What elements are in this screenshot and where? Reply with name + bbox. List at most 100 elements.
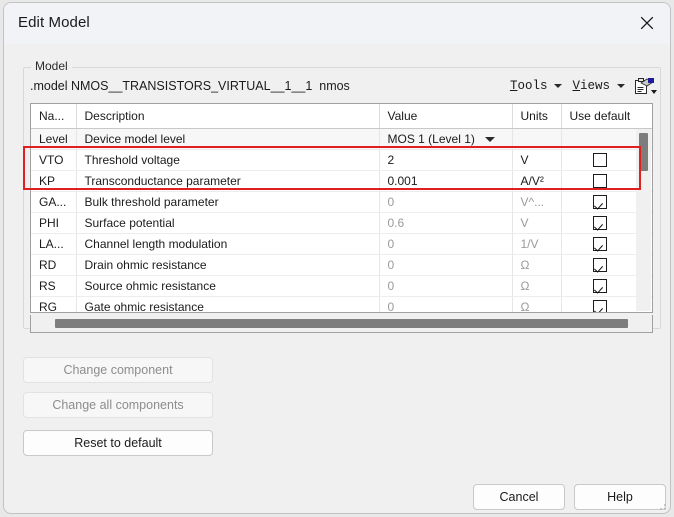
use-default-checkbox[interactable] bbox=[593, 257, 608, 272]
cell-parameter-value[interactable]: MOS 1 (Level 1) bbox=[379, 128, 513, 150]
cell-parameter-description: Channel length modulation bbox=[76, 233, 380, 255]
cell-use-default[interactable] bbox=[561, 191, 639, 213]
parameters-table: Na... Description Value Units Use defaul… bbox=[31, 104, 652, 312]
views-menu-label: iews bbox=[579, 79, 610, 93]
cell-use-default[interactable] bbox=[561, 128, 639, 150]
column-header-description[interactable]: Description bbox=[76, 104, 380, 129]
cell-use-default[interactable] bbox=[561, 170, 639, 192]
cell-parameter-value[interactable]: 2 bbox=[379, 149, 513, 171]
table-vertical-scrollbar[interactable] bbox=[636, 129, 651, 311]
use-default-checkbox[interactable] bbox=[593, 194, 608, 209]
reset-to-default-button[interactable]: Reset to default bbox=[23, 430, 213, 456]
resize-grip[interactable] bbox=[656, 500, 666, 510]
table-row[interactable]: RG Gate ohmic resistance 0 Ω bbox=[31, 296, 652, 312]
title-bar: Edit Model bbox=[4, 3, 670, 44]
cell-parameter-value[interactable]: 0 bbox=[379, 254, 513, 276]
model-parameters-table[interactable]: Na... Description Value Units Use defaul… bbox=[30, 103, 653, 313]
cell-parameter-name: RD bbox=[31, 254, 77, 276]
table-row[interactable]: RS Source ohmic resistance 0 Ω bbox=[31, 275, 652, 297]
chevron-down-icon bbox=[617, 84, 625, 88]
close-icon[interactable] bbox=[624, 3, 670, 43]
cell-parameter-description: Gate ohmic resistance bbox=[76, 296, 380, 312]
cell-parameter-units bbox=[512, 128, 562, 150]
edit-model-dialog: Edit Model Model .model NMOS__TRANSISTOR… bbox=[3, 2, 671, 514]
table-row[interactable]: Level Device model level MOS 1 (Level 1) bbox=[31, 128, 652, 150]
cell-parameter-value[interactable]: 0 bbox=[379, 233, 513, 255]
clipboard-properties-icon[interactable] bbox=[635, 77, 657, 95]
model-group: Model .model NMOS__TRANSISTORS_VIRTUAL__… bbox=[23, 59, 661, 333]
use-default-checkbox[interactable] bbox=[593, 278, 608, 293]
cell-parameter-units: Ω bbox=[512, 296, 562, 312]
cell-parameter-name: RG bbox=[31, 296, 77, 312]
table-vertical-scroll-thumb[interactable] bbox=[639, 133, 648, 171]
cell-parameter-description: Device model level bbox=[76, 128, 380, 150]
column-header-value[interactable]: Value bbox=[379, 104, 513, 129]
cell-parameter-units: A/V² bbox=[512, 170, 562, 192]
cell-parameter-units: Ω bbox=[512, 254, 562, 276]
tools-menu[interactable]: Tools bbox=[506, 78, 569, 94]
table-horizontal-scroll-thumb[interactable] bbox=[55, 319, 628, 328]
use-default-checkbox[interactable] bbox=[593, 236, 608, 251]
column-header-units[interactable]: Units bbox=[512, 104, 562, 129]
model-toolbar: Tools Views bbox=[506, 77, 657, 95]
cell-parameter-name: RS bbox=[31, 275, 77, 297]
views-menu-mnemonic: V bbox=[572, 79, 580, 93]
cell-parameter-value[interactable]: 0 bbox=[379, 296, 513, 312]
use-default-checkbox[interactable] bbox=[593, 299, 608, 312]
table-row[interactable]: GA... Bulk threshold parameter 0 V^... bbox=[31, 191, 652, 213]
cell-parameter-units: V^... bbox=[512, 191, 562, 213]
chevron-down-icon[interactable] bbox=[484, 136, 495, 142]
column-header-spacer bbox=[639, 104, 652, 129]
change-all-components-button[interactable]: Change all components bbox=[23, 392, 213, 418]
cell-parameter-name: GA... bbox=[31, 191, 77, 213]
cell-use-default[interactable] bbox=[561, 149, 639, 171]
column-header-use-default[interactable]: Use default bbox=[561, 104, 639, 129]
use-default-checkbox[interactable] bbox=[593, 173, 608, 188]
table-row[interactable]: LA... Channel length modulation 0 1/V bbox=[31, 233, 652, 255]
cell-parameter-value[interactable]: 0 bbox=[379, 191, 513, 213]
group-label: Model bbox=[31, 59, 72, 73]
cancel-button[interactable]: Cancel bbox=[473, 484, 565, 510]
cell-parameter-description: Drain ohmic resistance bbox=[76, 254, 380, 276]
cell-use-default[interactable] bbox=[561, 233, 639, 255]
cell-parameter-description: Transconductance parameter bbox=[76, 170, 380, 192]
tools-menu-mnemonic: T bbox=[509, 79, 518, 93]
table-row[interactable]: KP Transconductance parameter 0.001 A/V² bbox=[31, 170, 652, 192]
cell-parameter-value[interactable]: 0.6 bbox=[379, 212, 513, 234]
table-row[interactable]: PHI Surface potential 0.6 V bbox=[31, 212, 652, 234]
column-header-name[interactable]: Na... bbox=[31, 104, 77, 129]
table-header-row: Na... Description Value Units Use defaul… bbox=[31, 104, 652, 129]
cell-use-default[interactable] bbox=[561, 254, 639, 276]
cell-parameter-description: Surface potential bbox=[76, 212, 380, 234]
cell-parameter-description: Source ohmic resistance bbox=[76, 275, 380, 297]
page-title: Edit Model bbox=[18, 14, 90, 31]
help-button[interactable]: Help bbox=[574, 484, 666, 510]
cell-parameter-description: Threshold voltage bbox=[76, 149, 380, 171]
cell-parameter-name: LA... bbox=[31, 233, 77, 255]
cell-parameter-units: V bbox=[512, 149, 562, 171]
cell-use-default[interactable] bbox=[561, 296, 639, 312]
cell-use-default[interactable] bbox=[561, 212, 639, 234]
cell-parameter-name: Level bbox=[31, 128, 77, 150]
tools-menu-label: ools bbox=[517, 79, 548, 93]
table-row[interactable]: VTO Threshold voltage 2 V bbox=[31, 149, 652, 171]
use-default-checkbox[interactable] bbox=[593, 215, 608, 230]
cell-parameter-name: KP bbox=[31, 170, 77, 192]
table-body: Level Device model level MOS 1 (Level 1) VT… bbox=[31, 128, 652, 312]
cell-parameter-units: 1/V bbox=[512, 233, 562, 255]
cell-parameter-description: Bulk threshold parameter bbox=[76, 191, 380, 213]
cell-parameter-value[interactable]: 0 bbox=[379, 275, 513, 297]
cell-use-default[interactable] bbox=[561, 275, 639, 297]
change-component-button[interactable]: Change component bbox=[23, 357, 213, 383]
table-row[interactable]: RD Drain ohmic resistance 0 Ω bbox=[31, 254, 652, 276]
cell-parameter-value[interactable]: 0.001 bbox=[379, 170, 513, 192]
cell-parameter-units: Ω bbox=[512, 275, 562, 297]
chevron-down-icon bbox=[554, 84, 563, 88]
cell-parameter-name: PHI bbox=[31, 212, 77, 234]
use-default-checkbox[interactable] bbox=[593, 152, 608, 167]
cell-parameter-name: VTO bbox=[31, 149, 77, 171]
cell-parameter-units: V bbox=[512, 212, 562, 234]
views-menu[interactable]: Views bbox=[568, 78, 631, 94]
table-horizontal-scrollbar[interactable] bbox=[30, 315, 653, 333]
model-definition-text: .model NMOS__TRANSISTORS_VIRTUAL__1__1 n… bbox=[30, 79, 350, 93]
